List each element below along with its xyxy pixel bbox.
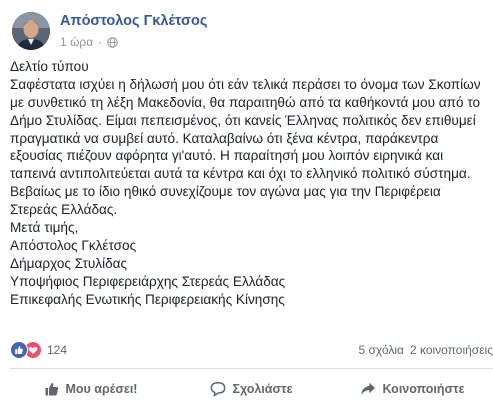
comment-button-label: Σχολιάστε bbox=[232, 382, 293, 396]
author-avatar[interactable] bbox=[12, 12, 50, 50]
engagement-counts: 5 σχόλια 2 κοινοποιήσεις bbox=[359, 343, 493, 357]
post-line: Βεβαίως με το ίδιο ηθικό συνεχίζουμε τον… bbox=[10, 184, 441, 200]
author-name[interactable]: Απόστολος Γκλέτσος bbox=[60, 13, 207, 29]
post-line: Επικεφαλής Ενωτικής Περιφερειακής Κίνηση… bbox=[10, 291, 285, 307]
comment-icon bbox=[210, 381, 226, 397]
post-line: με συνθετικό τη λέξη Μακεδονία, θα παραι… bbox=[10, 94, 481, 110]
post-line: Δήμο Στυλίδας. Είμαι πεπεισμένος, ότι κα… bbox=[10, 112, 476, 128]
post-line: Δελτίο τύπου bbox=[10, 59, 89, 74]
meta-separator: · bbox=[98, 35, 103, 49]
post-line: Σαφέστατα ισχύει η δήλωσή μου ότι εάν τε… bbox=[10, 76, 481, 92]
post-actions: Μου αρέσει! Σχολιάστε Κοινοποιήστε bbox=[10, 372, 493, 406]
post-line: ταπεινά αντιπολιτεύεται αυτά τα κέντρα κ… bbox=[10, 166, 471, 182]
share-count[interactable]: 2 κοινοποιήσεις bbox=[410, 343, 493, 357]
avatar-photo bbox=[12, 12, 50, 50]
share-icon bbox=[360, 381, 376, 397]
comment-button[interactable]: Σχολιάστε bbox=[171, 372, 332, 406]
post-line: Στερεάς Ελλάδας. bbox=[10, 202, 118, 218]
post-line: Απόστολος Γκλέτσος bbox=[10, 237, 137, 253]
post-body: Δελτίο τύπου Σαφέστατα ισχύει η δήλωσή μ… bbox=[10, 58, 485, 308]
reactions-summary[interactable]: 124 bbox=[10, 341, 67, 359]
globe-icon[interactable] bbox=[107, 36, 118, 48]
post-line: Δήμαρχος Στυλίδας bbox=[10, 255, 128, 271]
post-line: πραγματικά να συμβεί αυτό. Καταλαβαίνω ό… bbox=[10, 130, 439, 146]
post-line: Υποψήφιος Περιφερειάρχης Στερεάς Ελλάδας bbox=[10, 273, 286, 289]
share-button-label: Κοινοποιήστε bbox=[382, 382, 465, 396]
comment-count[interactable]: 5 σχόλια bbox=[359, 343, 404, 357]
like-button[interactable]: Μου αρέσει! bbox=[10, 372, 171, 406]
like-icon[interactable] bbox=[10, 341, 28, 359]
thumbs-up-icon bbox=[44, 381, 60, 397]
facebook-post: Απόστολος Γκλέτσος 1 ώρα · Δελτίο τύπου … bbox=[0, 0, 493, 413]
post-line: εξουσίας πιέζουν αφόρητα γι'αυτό. Η παρα… bbox=[10, 148, 444, 164]
like-button-label: Μου αρέσει! bbox=[65, 382, 138, 396]
post-meta: 1 ώρα · bbox=[60, 34, 118, 50]
post-line: Μετά τιμής, bbox=[10, 220, 79, 236]
post-time[interactable]: 1 ώρα bbox=[60, 35, 93, 49]
reaction-count[interactable]: 124 bbox=[47, 343, 67, 357]
share-button[interactable]: Κοινοποιήστε bbox=[332, 372, 493, 406]
actions-divider bbox=[10, 368, 493, 369]
